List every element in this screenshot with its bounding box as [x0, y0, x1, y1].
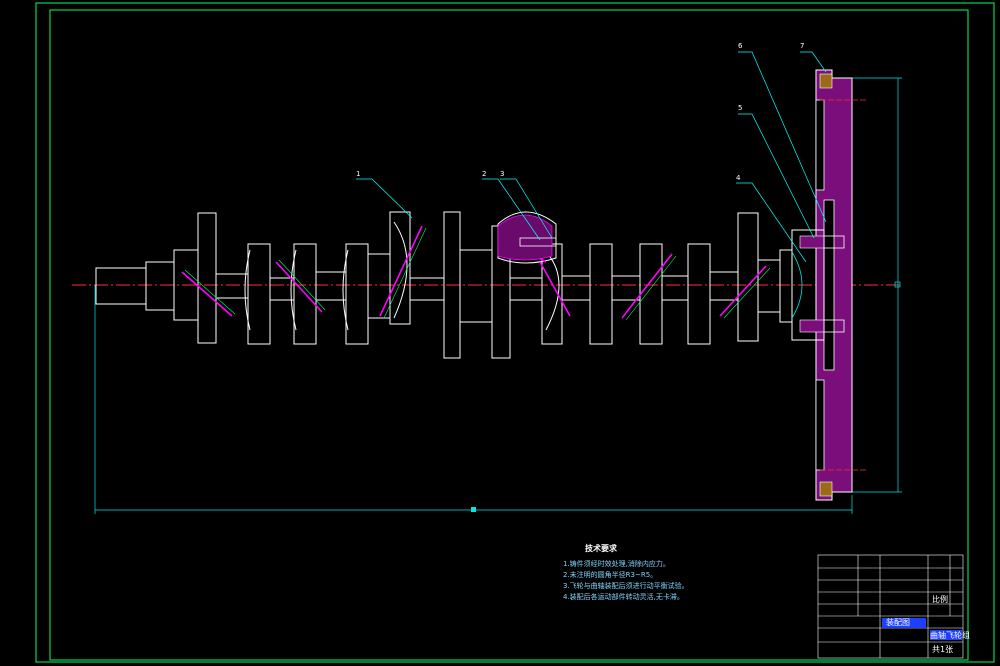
leader-lines: [356, 51, 827, 263]
tech-notes-title: 技术要求: [585, 544, 617, 553]
title-block-scale: 比例: [932, 595, 948, 604]
title-block: [817, 554, 964, 659]
tech-note-4: 4.装配后各运动部件转动灵活,无卡滞。: [563, 593, 684, 601]
title-block-school: 装配图: [886, 618, 910, 627]
title-block-sheet: 共1张: [932, 645, 954, 654]
title-block-drawing-name: 曲轴飞轮组: [930, 631, 970, 640]
tech-note-3: 3.飞轮与曲轴装配后须进行动平衡试验。: [563, 582, 689, 590]
tech-note-2: 2.未注明的圆角半径R3~R5。: [563, 571, 658, 579]
tech-note-1: 1.铸件须经时效处理,消除内应力。: [563, 560, 670, 568]
callout-3: 3: [500, 170, 505, 178]
callout-6: 6: [738, 42, 743, 50]
callout-5: 5: [738, 104, 743, 112]
callout-1: 1: [356, 170, 361, 178]
dim-text-marker: [471, 507, 476, 512]
section-hatch-counterweight: [497, 214, 553, 261]
callout-4: 4: [736, 174, 741, 182]
oil-passage-edges: [184, 227, 771, 321]
callout-2: 2: [482, 170, 487, 178]
callout-7: 7: [800, 42, 805, 50]
engineering-drawing: [35, 2, 995, 663]
